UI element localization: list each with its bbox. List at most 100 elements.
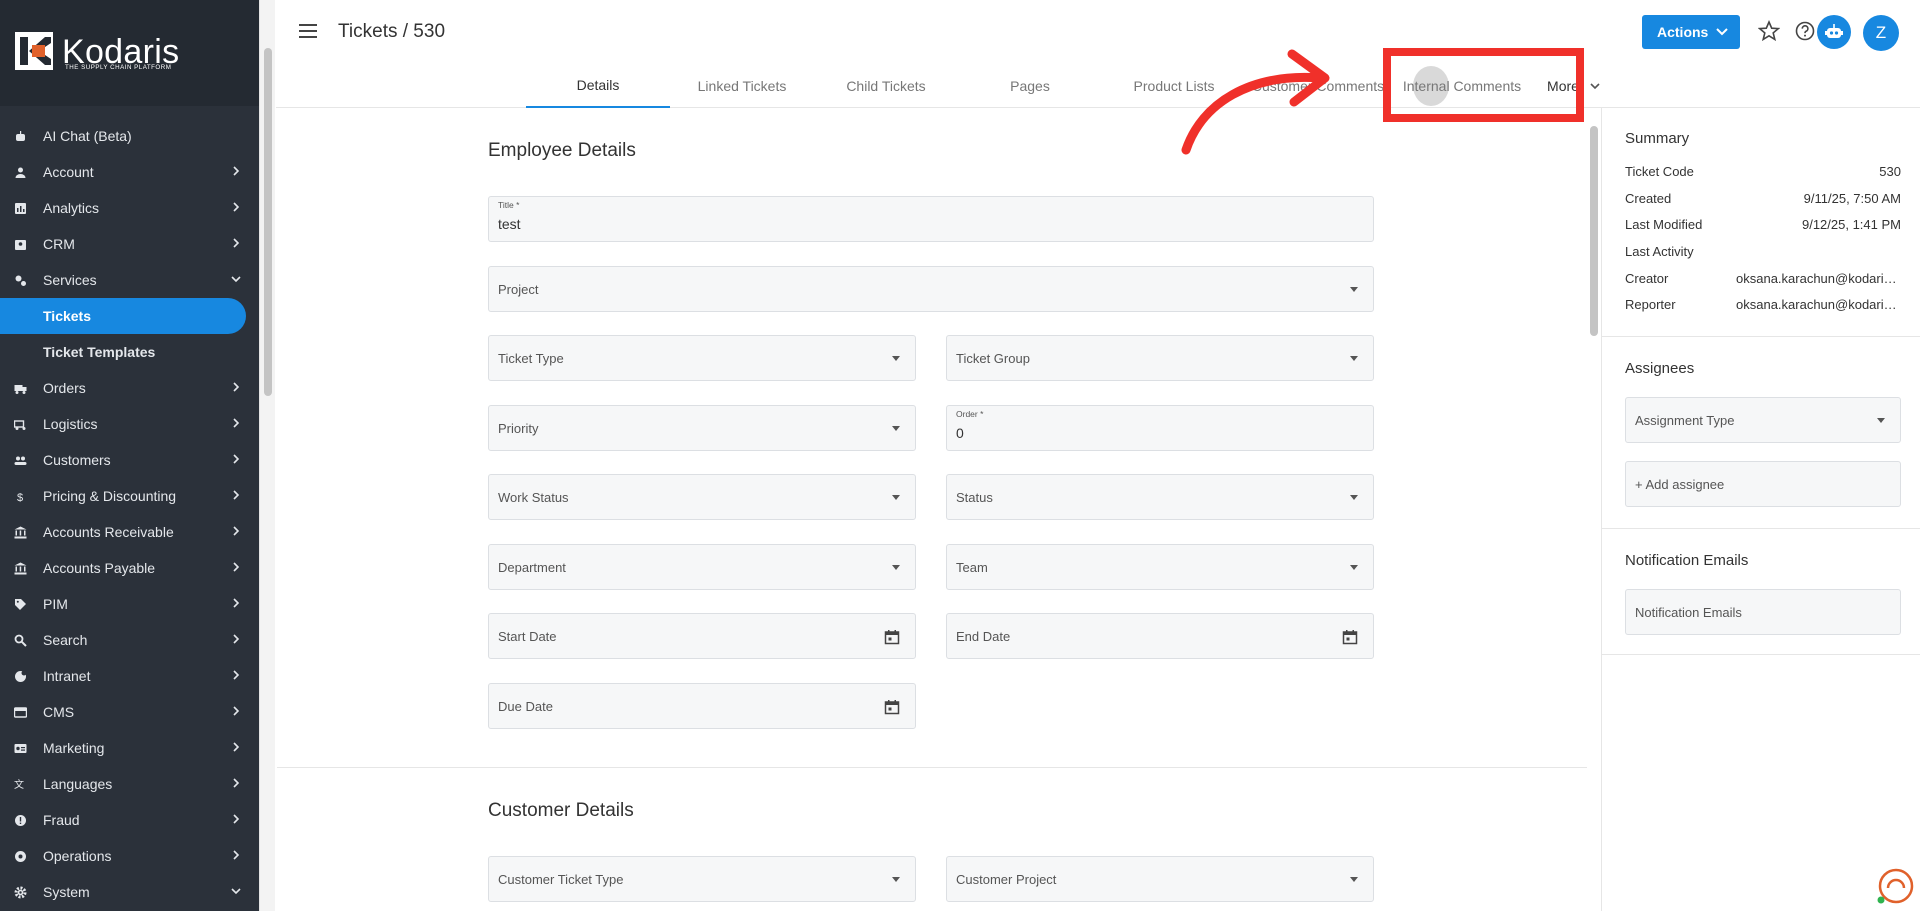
sidebar-item-accounts-receivable[interactable]: Accounts Receivable [0, 514, 259, 550]
chevron-down-icon [231, 276, 241, 283]
summary-value: 530 [1879, 164, 1901, 179]
tab-pages[interactable]: Pages [958, 64, 1102, 108]
department-select[interactable]: Department [488, 544, 916, 590]
tab-details[interactable]: Details [526, 64, 670, 108]
notification-emails-heading: Notification Emails [1625, 552, 1749, 569]
ai-assistant-button[interactable] [1817, 15, 1851, 49]
star-icon[interactable] [1758, 20, 1780, 42]
bank-icon [14, 526, 27, 539]
title-field[interactable]: Title * test [488, 196, 1374, 242]
sidebar-item-label: PIM [43, 596, 68, 612]
sidebar-item-ai-chat-beta[interactable]: AI Chat (Beta) [0, 118, 259, 154]
calendar-icon[interactable] [884, 629, 900, 645]
sidebar-item-account[interactable]: Account [0, 154, 259, 190]
sidebar-item-analytics[interactable]: Analytics [0, 190, 259, 226]
dropdown-arrow-icon [1350, 287, 1358, 292]
sidebar-item-crm[interactable]: CRM [0, 226, 259, 262]
end-date-field[interactable]: End Date [946, 613, 1374, 659]
main-scrollbar-thumb[interactable] [1590, 126, 1598, 336]
sidebar-item-tickets[interactable]: Tickets [0, 298, 246, 334]
sidebar-item-accounts-payable[interactable]: Accounts Payable [0, 550, 259, 586]
team-select[interactable]: Team [946, 544, 1374, 590]
sidebar-item-label: Orders [43, 380, 86, 396]
order-field[interactable]: Order * 0 [946, 405, 1374, 451]
chat-support-icon[interactable] [1874, 866, 1914, 906]
chevron-right-icon [233, 418, 240, 428]
chevron-right-icon [233, 670, 240, 680]
chevron-right-icon [233, 634, 240, 644]
sidebar-item-cms[interactable]: CMS [0, 694, 259, 730]
dollar-icon: $ [17, 492, 23, 503]
sidebar-item-customers[interactable]: Customers [0, 442, 259, 478]
project-label: Project [498, 282, 539, 297]
logo[interactable]: Kodaris THE SUPPLY CHAIN PLATFORM [0, 0, 259, 106]
svg-text:$: $ [17, 492, 23, 503]
status-select[interactable]: Status [946, 474, 1374, 520]
priority-select[interactable]: Priority [488, 405, 916, 451]
chevron-right-icon [233, 706, 240, 716]
work-status-label: Work Status [498, 490, 569, 505]
summary-label: Created [1625, 191, 1672, 206]
svg-text:文: 文 [14, 778, 24, 791]
dropdown-arrow-icon [892, 356, 900, 361]
user-avatar[interactable]: Z [1863, 15, 1899, 51]
sidebar-item-label: Marketing [43, 740, 105, 756]
assignees-heading: Assignees [1625, 360, 1695, 377]
help-icon[interactable] [1794, 20, 1816, 42]
summary-value: oksana.karachun@kodaris.com [1736, 271, 1901, 286]
calendar-icon[interactable] [884, 699, 900, 715]
tab-linked-tickets[interactable]: Linked Tickets [670, 64, 814, 108]
work-status-select[interactable]: Work Status [488, 474, 916, 520]
sidebar-item-label: System [43, 884, 90, 900]
notification-emails-input[interactable]: Notification Emails [1625, 589, 1901, 635]
sidebar-item-marketing[interactable]: Marketing [0, 730, 259, 766]
summary-row-last-activity: Last Activity [1625, 244, 1901, 259]
sidebar-item-label: Accounts Payable [43, 560, 156, 576]
sidebar-item-logistics[interactable]: Logistics [0, 406, 259, 442]
chevron-right-icon [233, 382, 240, 392]
chevron-right-icon [233, 850, 240, 860]
sidebar-item-services[interactable]: Services [0, 262, 259, 298]
customer-project-select[interactable]: Customer Project [946, 856, 1374, 902]
sidebar-item-intranet[interactable]: Intranet [0, 658, 259, 694]
start-date-field[interactable]: Start Date [488, 613, 916, 659]
sidebar-item-operations[interactable]: Operations [0, 838, 259, 874]
actions-button[interactable]: Actions [1642, 15, 1740, 49]
sidebar-item-system[interactable]: System [0, 874, 259, 910]
hamburger-menu-icon[interactable] [299, 24, 317, 38]
tab-child-tickets[interactable]: Child Tickets [814, 64, 958, 108]
main-scrollbar[interactable] [1587, 110, 1601, 911]
calendar-icon[interactable] [1342, 629, 1358, 645]
summary-row-ticket-code: Ticket Code 530 [1625, 164, 1901, 179]
sidebar-item-orders[interactable]: Orders [0, 370, 259, 406]
summary-panel: Summary Ticket Code 530 Created 9/11/25, 7… [1601, 108, 1920, 911]
robot-icon [1825, 24, 1843, 38]
chevron-down-icon [1716, 28, 1728, 36]
section-divider [277, 767, 1587, 768]
panel-divider [1602, 528, 1920, 529]
sidebar-item-label: Services [43, 272, 97, 288]
sidebar-item-label: Accounts Receivable [43, 524, 174, 540]
project-select[interactable]: Project [488, 266, 1374, 312]
priority-label: Priority [498, 421, 539, 436]
add-assignee-label: + Add assignee [1635, 477, 1725, 492]
due-date-field[interactable]: Due Date [488, 683, 916, 729]
ticket-type-select[interactable]: Ticket Type [488, 335, 916, 381]
assignment-type-select[interactable]: Assignment Type [1625, 397, 1901, 443]
ticket-group-select[interactable]: Ticket Group [946, 335, 1374, 381]
sidebar-item-languages[interactable]: 文 Languages [0, 766, 259, 802]
actions-label: Actions [1657, 24, 1709, 40]
sidebar-item-pricing-discounting[interactable]: $ Pricing & Discounting [0, 478, 259, 514]
customer-ticket-type-select[interactable]: Customer Ticket Type [488, 856, 916, 902]
add-assignee-button[interactable]: + Add assignee [1625, 461, 1901, 507]
due-date-label: Due Date [498, 699, 553, 714]
sidebar-item-fraud[interactable]: Fraud [0, 802, 259, 838]
chevron-right-icon [233, 490, 240, 500]
translate-icon: 文 [14, 778, 24, 791]
sidebar-item-ticket-templates[interactable]: Ticket Templates [0, 334, 259, 370]
sidebar-item-pim[interactable]: PIM [0, 586, 259, 622]
sidebar-scrollbar[interactable] [259, 0, 275, 911]
title-field-value: test [498, 216, 521, 232]
sidebar-scrollbar-thumb[interactable] [264, 48, 272, 396]
sidebar-item-search[interactable]: Search [0, 622, 259, 658]
